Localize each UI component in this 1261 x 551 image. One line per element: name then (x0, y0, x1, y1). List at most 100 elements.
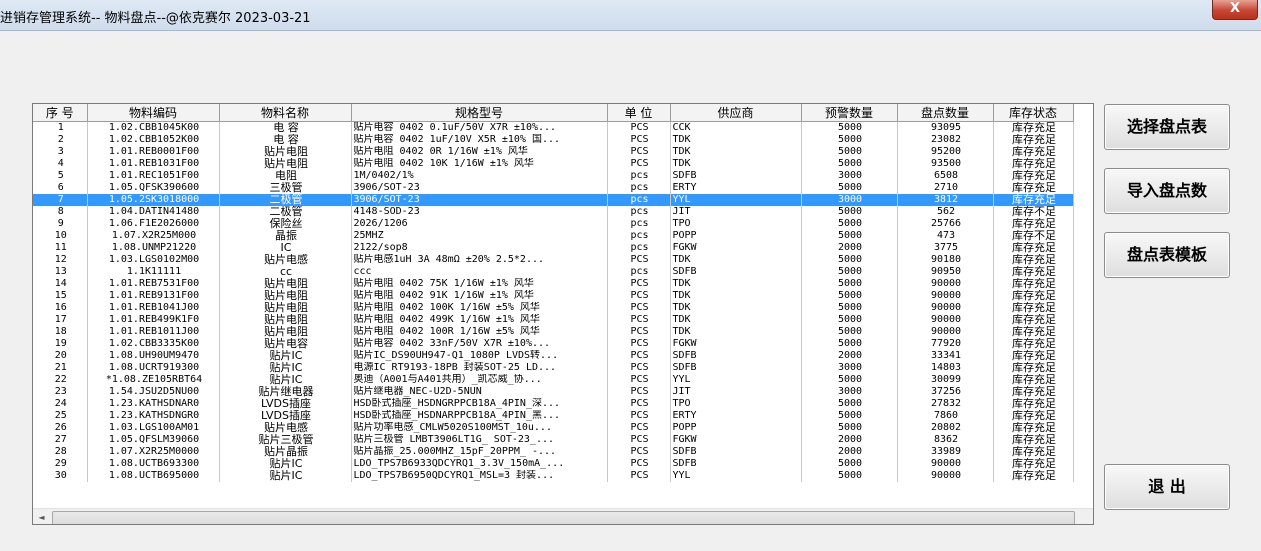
table-cell: 14 (33, 278, 88, 290)
column-header[interactable]: 物料编码 (87, 104, 220, 122)
table-cell: 90000 (897, 278, 994, 290)
table-cell: 1.01.REB499K1F0 (87, 314, 220, 326)
table-row[interactable]: 26 1.03.LGS100AM01 贴片电感 贴片功率电感_CMLW5020S100… (33, 422, 1074, 434)
table-cell: 库存充足 (993, 398, 1074, 410)
table-row[interactable]: 30 1.08.UCTB695000 贴片IC LDO_TPS7B6950QDCYRQ… (33, 470, 1074, 482)
table-row[interactable]: 2 1.02.CBB1052K00 电 容贴片电容 0402 1uF/10V X5R… (33, 134, 1074, 146)
table-cell: 14803 (897, 362, 994, 374)
table-row[interactable]: 6 1.05.QFSK390600 三极管 3906/SOT-23 pcs ERTY 500… (33, 182, 1074, 194)
table-cell: 7 (33, 194, 88, 206)
table-row[interactable]: 24 1.23.KATHSDNAR0 LVDS插座 HSD卧式插座_HSDNGRPPC… (33, 398, 1074, 410)
table-cell: 2026/1206 (351, 218, 608, 230)
horizontal-scrollbar[interactable]: ◄ ► (33, 508, 1093, 524)
table-row[interactable]: 1 1.02.CBB1045K00 电 容贴片电容 0402 0.1uF/50V X… (33, 121, 1074, 134)
table-cell: 1.23.KATHSDNGR0 (87, 410, 220, 422)
table-cell: pcs (607, 170, 671, 182)
table-cell: 3812 (897, 194, 994, 206)
column-header[interactable]: 预警数量 (801, 104, 898, 122)
table-row[interactable]: 4 1.01.REB1031F00 贴片电阻 贴片电阻 0402 10K 1/16W … (33, 158, 1074, 170)
scroll-right-icon[interactable]: ► (1091, 509, 1093, 524)
table-cell: 库存充足 (993, 386, 1074, 398)
table-row[interactable]: 29 1.08.UCTB693300 贴片IC LDO_TPS7B6933QDCYRQ… (33, 458, 1074, 470)
table-cell: 库存充足 (993, 121, 1074, 134)
table-row[interactable]: 28 1.07.X2R25M0000 贴片晶振 贴片晶振_25.000MHZ_15pF… (33, 446, 1074, 458)
column-header[interactable]: 库存状态 (993, 104, 1074, 122)
table-cell: 27832 (897, 398, 994, 410)
horizontal-scroll-thumb[interactable] (52, 511, 1075, 524)
column-header[interactable]: 单 位 (607, 104, 671, 122)
table-cell: 1.05.2SK3018000 (87, 194, 220, 206)
table-row[interactable]: 14 1.01.REB7531F00 贴片电阻 贴片电阻 0402 75K 1/16W… (33, 278, 1074, 290)
table-cell: 贴片电阻 0402 0R 1/16W ±1% 风华 (351, 146, 608, 158)
table-cell: PCS (607, 350, 671, 362)
table-cell: 1.02.CBB3335K00 (87, 338, 220, 350)
column-header[interactable]: 物料名称 (219, 104, 352, 122)
table-row[interactable]: 20 1.08.UH90UM9470 贴片IC 贴片IC_DS90UH947-Q1_1… (33, 350, 1074, 362)
close-button[interactable]: X (1212, 0, 1258, 20)
table-cell: TPO (670, 398, 802, 410)
column-header[interactable]: 序 号 (33, 104, 88, 122)
table-cell: 库存充足 (993, 314, 1074, 326)
table-cell: PCS (607, 386, 671, 398)
table-cell: JIT (670, 386, 802, 398)
table-cell: 库存充足 (993, 362, 1074, 374)
table-cell: 贴片IC_DS90UH947-Q1_1080P LVDS转... (351, 350, 608, 362)
import-counts-button[interactable]: 导入盘点数 (1104, 168, 1230, 214)
table-row[interactable]: 16 1.01.REB1041J00 贴片电阻 贴片电阻 0402 100K 1/16… (33, 302, 1074, 314)
table-cell: PCS (607, 302, 671, 314)
table-row[interactable]: 9 1.06.F1E2026000 保险丝 2026/1206 pcs TPO 5000 25… (33, 218, 1074, 230)
table-cell: YYL (670, 194, 802, 206)
table-row[interactable]: 23 1.54.JSU2D5NU00 贴片继电器 贴片继电器_NEC-U2D-5NUN… (33, 386, 1074, 398)
table-row[interactable]: 27 1.05.QFSLM39060 贴片三极管 贴片三极管 LMBT3906LT1G… (33, 434, 1074, 446)
table-cell: 贴片电阻 (219, 302, 352, 314)
scroll-left-icon[interactable]: ◄ (33, 509, 50, 524)
table-cell: 贴片电阻 0402 91K 1/16W ±1% 风华 (351, 290, 608, 302)
table-row[interactable]: 3 1.01.REB0001F00 贴片电阻 贴片电阻 0402 0R 1/16W ±… (33, 146, 1074, 158)
table-cell: ccc (351, 266, 608, 278)
table-row[interactable]: 7 1.05.2SK3018000 二极管 3906/SOT-23 pcs YYL 3000… (33, 194, 1074, 206)
table-cell: 贴片电阻 0402 10K 1/16W ±1% 风华 (351, 158, 608, 170)
table-cell: 1.02.CBB1045K00 (87, 121, 220, 134)
table-header-row: 序 号物料编码 物料名称 规格型号单 位供应商 预警数量 盘点数量 库存状态 (33, 104, 1074, 122)
exit-button[interactable]: 退 出 (1104, 464, 1230, 510)
table-cell: PCS (607, 410, 671, 422)
table-cell: TPO (670, 218, 802, 230)
table-cell: 1.01.REB7531F00 (87, 278, 220, 290)
table-row[interactable]: 15 1.01.REB9131F00 贴片电阻 贴片电阻 0402 91K 1/16W… (33, 290, 1074, 302)
table-row[interactable]: 10 1.07.X2R25M000 晶振 25MHZ pcs POPP 5000 473 库存不… (33, 230, 1074, 242)
table-row[interactable]: 21 1.08.UCRT919300 贴片IC 电源IC RT9193-18PB 封装… (33, 362, 1074, 374)
column-header[interactable]: 盘点数量 (897, 104, 994, 122)
table-row[interactable]: 17 1.01.REB499K1F0 贴片电阻 贴片电阻 0402 499K 1/16… (33, 314, 1074, 326)
table-cell: 5 (33, 170, 88, 182)
column-header[interactable]: 供应商 (670, 104, 802, 122)
table-cell: 23082 (897, 134, 994, 146)
table-cell: 1.05.QFSK390600 (87, 182, 220, 194)
table-cell: 9 (33, 218, 88, 230)
table-cell: 库存充足 (993, 446, 1074, 458)
table-cell: 1.08.UCTB693300 (87, 458, 220, 470)
table-row[interactable]: 25 1.23.KATHSDNGR0 LVDS插座 HSD卧式插座_HSDNARPPC… (33, 410, 1074, 422)
table-cell: PCS (607, 338, 671, 350)
table-row[interactable]: 13 1.1K11111 cc ccc pcs SDFB 5000 90950 库存充足 (33, 266, 1074, 278)
table-cell: POPP (670, 230, 802, 242)
column-header[interactable]: 规格型号 (351, 104, 608, 122)
table-cell: 12 (33, 254, 88, 266)
table-row[interactable]: 11 1.08.UNMP21220 IC 2122/sop8 pcs FGKW 2000 37… (33, 242, 1074, 254)
template-button[interactable]: 盘点表模板 (1104, 232, 1230, 278)
table-row[interactable]: 19 1.02.CBB3335K00 贴片电容 贴片电容 0402 33nF/50V … (33, 338, 1074, 350)
table-cell: 贴片IC (219, 458, 352, 470)
table-row[interactable]: 18 1.01.REB1011J00 贴片电阻 贴片电阻 0402 100R 1/16… (33, 326, 1074, 338)
table-row[interactable]: 12 1.03.LGS0102M00 贴片电感 贴片电感1uH 3A 48mΩ ±20… (33, 254, 1074, 266)
table-cell: POPP (670, 422, 802, 434)
table-cell: 23 (33, 386, 88, 398)
table-cell: 30099 (897, 374, 994, 386)
table-row[interactable]: 22 *1.08.ZE105RBT64 贴片IC 奥迪（A001与A401共用）_凯芯… (33, 374, 1074, 386)
table-row[interactable]: 8 1.04.DATIN41480 二极管 4148-SOD-23 pcs JIT 5000… (33, 206, 1074, 218)
table-row[interactable]: 5 1.01.REC1051F00 电阻 1M/0402/1% pcs SDFB 3000 6… (33, 170, 1074, 182)
table-cell: pcs (607, 206, 671, 218)
table-cell: pcs (607, 218, 671, 230)
table-cell: CCK (670, 121, 802, 134)
table-cell: 26 (33, 422, 88, 434)
select-sheet-button[interactable]: 选择盘点表 (1104, 104, 1230, 150)
table-cell: 1.02.CBB1052K00 (87, 134, 220, 146)
